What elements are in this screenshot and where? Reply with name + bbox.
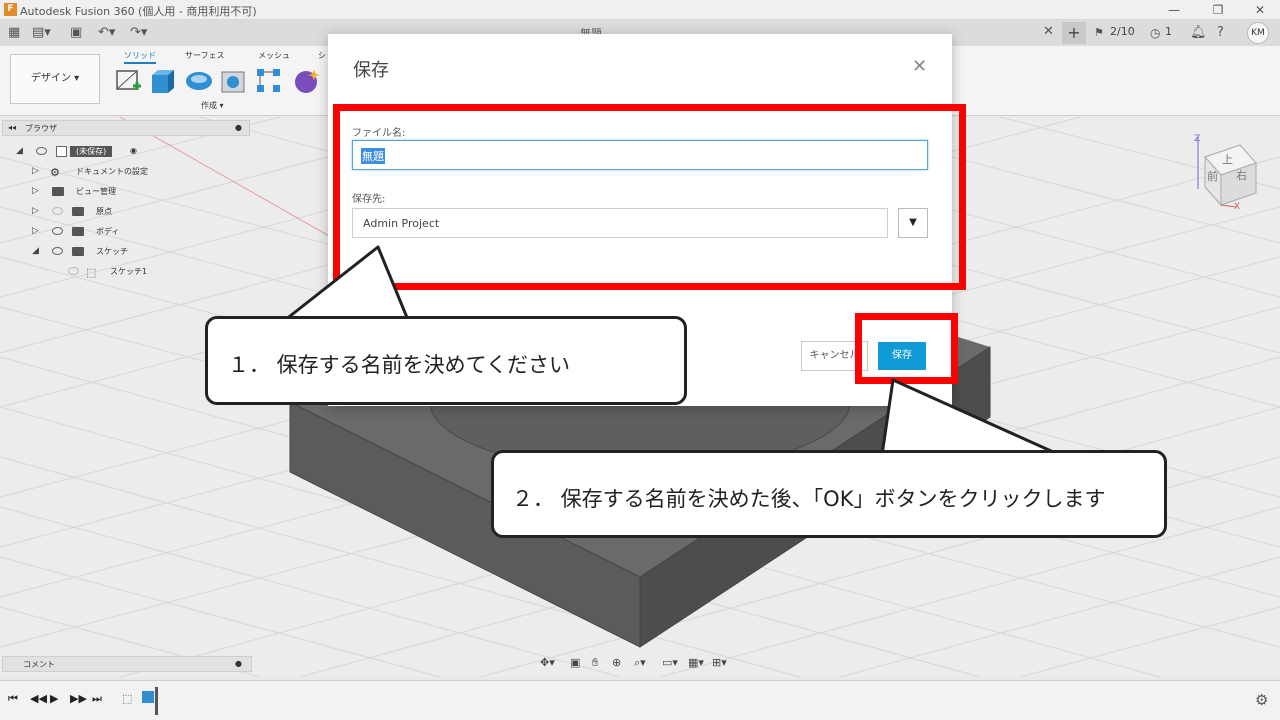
callout-step1-text: １． 保存する名前を決めてください (228, 353, 571, 377)
callout-step2-text: ２． 保存する名前を決めた後、「OK」ボタンをクリックします (512, 487, 1106, 511)
callout-step2: ２． 保存する名前を決めた後、「OK」ボタンをクリックします (491, 450, 1167, 538)
callout-step1: １． 保存する名前を決めてください (205, 316, 687, 405)
